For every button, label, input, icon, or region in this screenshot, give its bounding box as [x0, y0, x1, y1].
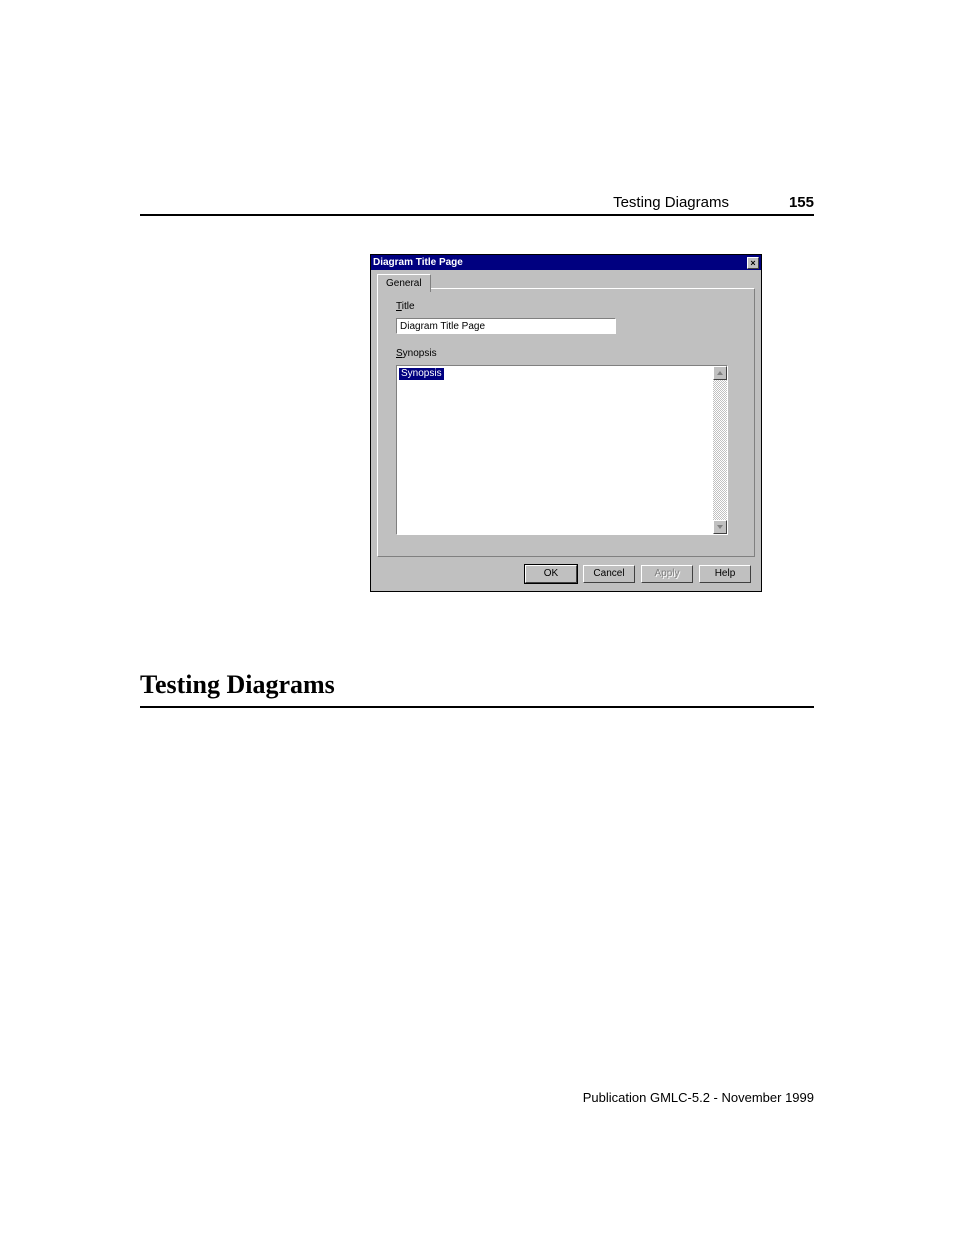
tab-page-general: Title Diagram Title Page Synopsis Synops…	[377, 288, 755, 557]
section-heading: Testing Diagrams	[140, 670, 814, 700]
apply-button-label: Apply	[654, 568, 679, 579]
page-header: Testing Diagrams 155	[140, 194, 814, 211]
tab-general[interactable]: General	[377, 274, 431, 292]
apply-button: Apply	[641, 565, 693, 583]
help-button-label: Help	[715, 568, 736, 579]
synopsis-textarea[interactable]: Synopsis	[396, 365, 728, 535]
arrow-down-icon	[717, 525, 723, 529]
ok-button-label: OK	[544, 568, 558, 579]
cancel-button[interactable]: Cancel	[583, 565, 635, 583]
close-icon: ×	[750, 258, 755, 268]
title-label-rest: itle	[402, 301, 415, 312]
close-button[interactable]: ×	[747, 257, 759, 269]
dialog-titlebar[interactable]: Diagram Title Page ×	[371, 255, 761, 270]
tab-general-label: General	[386, 278, 422, 289]
help-button[interactable]: Help	[699, 565, 751, 583]
cancel-button-label: Cancel	[593, 568, 624, 579]
dialog-title: Diagram Title Page	[373, 257, 463, 268]
synopsis-scrollbar[interactable]	[713, 366, 727, 534]
ok-button[interactable]: OK	[525, 565, 577, 583]
synopsis-label: Synopsis	[396, 348, 736, 359]
dialog-diagram-title-page: Diagram Title Page × General Title Diagr…	[370, 254, 762, 592]
scroll-down-button[interactable]	[713, 520, 727, 534]
title-label: Title	[396, 301, 736, 312]
synopsis-label-rest: ynopsis	[403, 348, 437, 359]
title-input-value: Diagram Title Page	[400, 321, 485, 332]
title-input[interactable]: Diagram Title Page	[396, 318, 616, 334]
document-page: Testing Diagrams 155 Diagram Title Page …	[0, 0, 954, 1235]
page-number: 155	[789, 194, 814, 211]
section-divider	[140, 706, 814, 708]
page-footer: Publication GMLC-5.2 - November 1999	[583, 1090, 814, 1105]
synopsis-label-mnemonic: S	[396, 348, 403, 359]
dialog-button-row: OK Cancel Apply Help	[525, 565, 751, 583]
section-heading-block: Testing Diagrams	[140, 670, 814, 708]
synopsis-selected-text: Synopsis	[399, 368, 444, 380]
running-header-title: Testing Diagrams	[613, 194, 729, 211]
header-divider	[140, 214, 814, 216]
arrow-up-icon	[717, 371, 723, 375]
scroll-up-button[interactable]	[713, 366, 727, 380]
